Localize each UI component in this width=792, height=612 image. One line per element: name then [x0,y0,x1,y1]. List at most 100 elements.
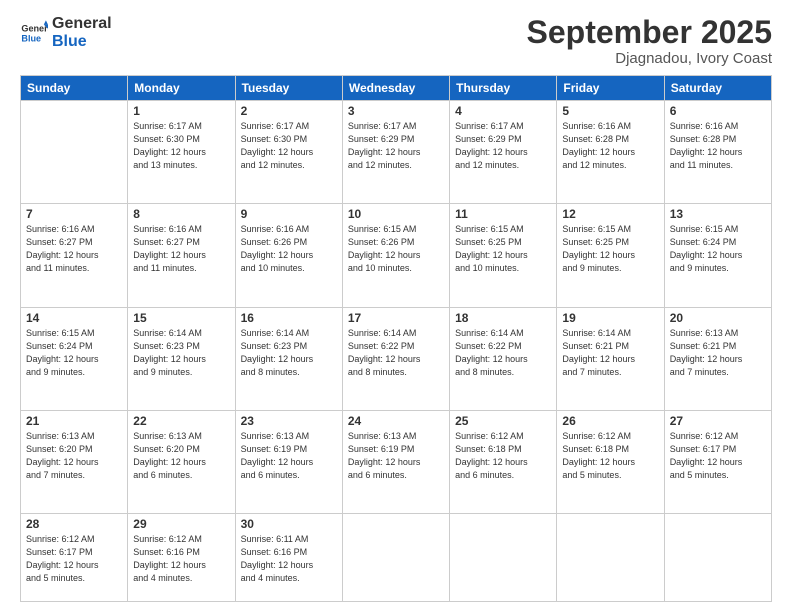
calendar-week-1: 1 Sunrise: 6:17 AM Sunset: 6:30 PM Daylig… [21,101,772,204]
day-info: Sunrise: 6:17 AM Sunset: 6:30 PM Dayligh… [241,120,337,172]
calendar-cell: 26 Sunrise: 6:12 AM Sunset: 6:18 PM Dayli… [557,410,664,513]
logo: General Blue General Blue [20,15,112,50]
day-info: Sunrise: 6:14 AM Sunset: 6:23 PM Dayligh… [241,327,337,379]
day-number: 29 [133,517,229,531]
logo-general: General [52,15,112,33]
calendar-cell [664,513,771,601]
day-info: Sunrise: 6:12 AM Sunset: 6:18 PM Dayligh… [562,430,658,482]
day-number: 1 [133,104,229,118]
calendar-cell: 14Sunrise: 6:15 AM Sunset: 6:24 PM Dayli… [21,307,128,410]
calendar-cell: 8 Sunrise: 6:16 AM Sunset: 6:27 PM Daylig… [128,204,235,307]
calendar-cell [450,513,557,601]
day-number: 20 [670,311,766,325]
day-number: 3 [348,104,444,118]
day-number: 23 [241,414,337,428]
day-info: Sunrise: 6:15 AM Sunset: 6:25 PM Dayligh… [455,223,551,275]
day-number: 28 [26,517,122,531]
calendar-cell: 13Sunrise: 6:15 AM Sunset: 6:24 PM Dayli… [664,204,771,307]
day-info: Sunrise: 6:13 AM Sunset: 6:19 PM Dayligh… [241,430,337,482]
calendar-cell: 2 Sunrise: 6:17 AM Sunset: 6:30 PM Daylig… [235,101,342,204]
calendar-cell: 20 Sunrise: 6:13 AM Sunset: 6:21 PM Dayli… [664,307,771,410]
day-info: Sunrise: 6:16 AM Sunset: 6:27 PM Dayligh… [26,223,122,275]
day-number: 25 [455,414,551,428]
day-info: Sunrise: 6:14 AM Sunset: 6:22 PM Dayligh… [348,327,444,379]
day-number: 22 [133,414,229,428]
day-number: 16 [241,311,337,325]
day-info: Sunrise: 6:17 AM Sunset: 6:30 PM Dayligh… [133,120,229,172]
day-number: 19 [562,311,658,325]
day-number: 7 [26,207,122,221]
calendar-cell: 27Sunrise: 6:12 AM Sunset: 6:17 PM Dayli… [664,410,771,513]
col-header-sunday: Sunday [21,76,128,101]
logo-blue: Blue [52,33,112,51]
calendar-cell: 1 Sunrise: 6:17 AM Sunset: 6:30 PM Daylig… [128,101,235,204]
calendar-cell: 12Sunrise: 6:15 AM Sunset: 6:25 PM Dayli… [557,204,664,307]
day-info: Sunrise: 6:13 AM Sunset: 6:20 PM Dayligh… [26,430,122,482]
calendar-cell: 11 Sunrise: 6:15 AM Sunset: 6:25 PM Dayli… [450,204,557,307]
day-number: 6 [670,104,766,118]
calendar-cell: 4 Sunrise: 6:17 AM Sunset: 6:29 PM Daylig… [450,101,557,204]
calendar-cell [21,101,128,204]
calendar-week-2: 7 Sunrise: 6:16 AM Sunset: 6:27 PM Daylig… [21,204,772,307]
calendar-cell: 25 Sunrise: 6:12 AM Sunset: 6:18 PM Dayli… [450,410,557,513]
calendar-cell: 17Sunrise: 6:14 AM Sunset: 6:22 PM Dayli… [342,307,449,410]
day-number: 2 [241,104,337,118]
calendar-cell: 3 Sunrise: 6:17 AM Sunset: 6:29 PM Daylig… [342,101,449,204]
header: General Blue General Blue September 2025… [20,15,772,67]
day-info: Sunrise: 6:15 AM Sunset: 6:25 PM Dayligh… [562,223,658,275]
calendar-cell: 19 Sunrise: 6:14 AM Sunset: 6:21 PM Dayli… [557,307,664,410]
day-info: Sunrise: 6:13 AM Sunset: 6:20 PM Dayligh… [133,430,229,482]
day-info: Sunrise: 6:15 AM Sunset: 6:24 PM Dayligh… [670,223,766,275]
calendar-cell: 28Sunrise: 6:12 AM Sunset: 6:17 PM Dayli… [21,513,128,601]
day-number: 8 [133,207,229,221]
day-info: Sunrise: 6:12 AM Sunset: 6:18 PM Dayligh… [455,430,551,482]
day-number: 11 [455,207,551,221]
day-info: Sunrise: 6:17 AM Sunset: 6:29 PM Dayligh… [455,120,551,172]
calendar-cell [557,513,664,601]
day-number: 5 [562,104,658,118]
day-number: 21 [26,414,122,428]
location-subtitle: Djagnadou, Ivory Coast [527,50,772,67]
calendar-header-row: SundayMondayTuesdayWednesdayThursdayFrid… [21,76,772,101]
day-info: Sunrise: 6:16 AM Sunset: 6:28 PM Dayligh… [562,120,658,172]
calendar-week-3: 14Sunrise: 6:15 AM Sunset: 6:24 PM Dayli… [21,307,772,410]
day-info: Sunrise: 6:13 AM Sunset: 6:21 PM Dayligh… [670,327,766,379]
day-info: Sunrise: 6:14 AM Sunset: 6:23 PM Dayligh… [133,327,229,379]
day-info: Sunrise: 6:17 AM Sunset: 6:29 PM Dayligh… [348,120,444,172]
day-number: 26 [562,414,658,428]
day-number: 9 [241,207,337,221]
day-number: 18 [455,311,551,325]
day-info: Sunrise: 6:15 AM Sunset: 6:24 PM Dayligh… [26,327,122,379]
col-header-saturday: Saturday [664,76,771,101]
day-number: 10 [348,207,444,221]
calendar-cell: 22 Sunrise: 6:13 AM Sunset: 6:20 PM Dayli… [128,410,235,513]
calendar-cell: 10 Sunrise: 6:15 AM Sunset: 6:26 PM Dayli… [342,204,449,307]
calendar-cell [342,513,449,601]
calendar-cell: 7 Sunrise: 6:16 AM Sunset: 6:27 PM Daylig… [21,204,128,307]
day-info: Sunrise: 6:12 AM Sunset: 6:17 PM Dayligh… [670,430,766,482]
logo-icon: General Blue [20,19,48,47]
svg-text:General: General [21,23,48,33]
calendar-cell: 6 Sunrise: 6:16 AM Sunset: 6:28 PM Daylig… [664,101,771,204]
calendar-week-4: 21 Sunrise: 6:13 AM Sunset: 6:20 PM Dayli… [21,410,772,513]
day-info: Sunrise: 6:16 AM Sunset: 6:27 PM Dayligh… [133,223,229,275]
calendar-page: General Blue General Blue September 2025… [0,0,792,612]
day-info: Sunrise: 6:16 AM Sunset: 6:28 PM Dayligh… [670,120,766,172]
calendar-cell: 16 Sunrise: 6:14 AM Sunset: 6:23 PM Dayli… [235,307,342,410]
calendar-week-5: 28Sunrise: 6:12 AM Sunset: 6:17 PM Dayli… [21,513,772,601]
day-info: Sunrise: 6:14 AM Sunset: 6:21 PM Dayligh… [562,327,658,379]
calendar-cell: 5 Sunrise: 6:16 AM Sunset: 6:28 PM Daylig… [557,101,664,204]
calendar-cell: 23 Sunrise: 6:13 AM Sunset: 6:19 PM Dayli… [235,410,342,513]
day-info: Sunrise: 6:16 AM Sunset: 6:26 PM Dayligh… [241,223,337,275]
day-number: 4 [455,104,551,118]
day-info: Sunrise: 6:11 AM Sunset: 6:16 PM Dayligh… [241,533,337,585]
day-number: 15 [133,311,229,325]
calendar-cell: 24Sunrise: 6:13 AM Sunset: 6:19 PM Dayli… [342,410,449,513]
day-number: 24 [348,414,444,428]
col-header-tuesday: Tuesday [235,76,342,101]
day-info: Sunrise: 6:15 AM Sunset: 6:26 PM Dayligh… [348,223,444,275]
calendar-cell: 29Sunrise: 6:12 AM Sunset: 6:16 PM Dayli… [128,513,235,601]
col-header-wednesday: Wednesday [342,76,449,101]
col-header-monday: Monday [128,76,235,101]
title-block: September 2025 Djagnadou, Ivory Coast [527,15,772,67]
